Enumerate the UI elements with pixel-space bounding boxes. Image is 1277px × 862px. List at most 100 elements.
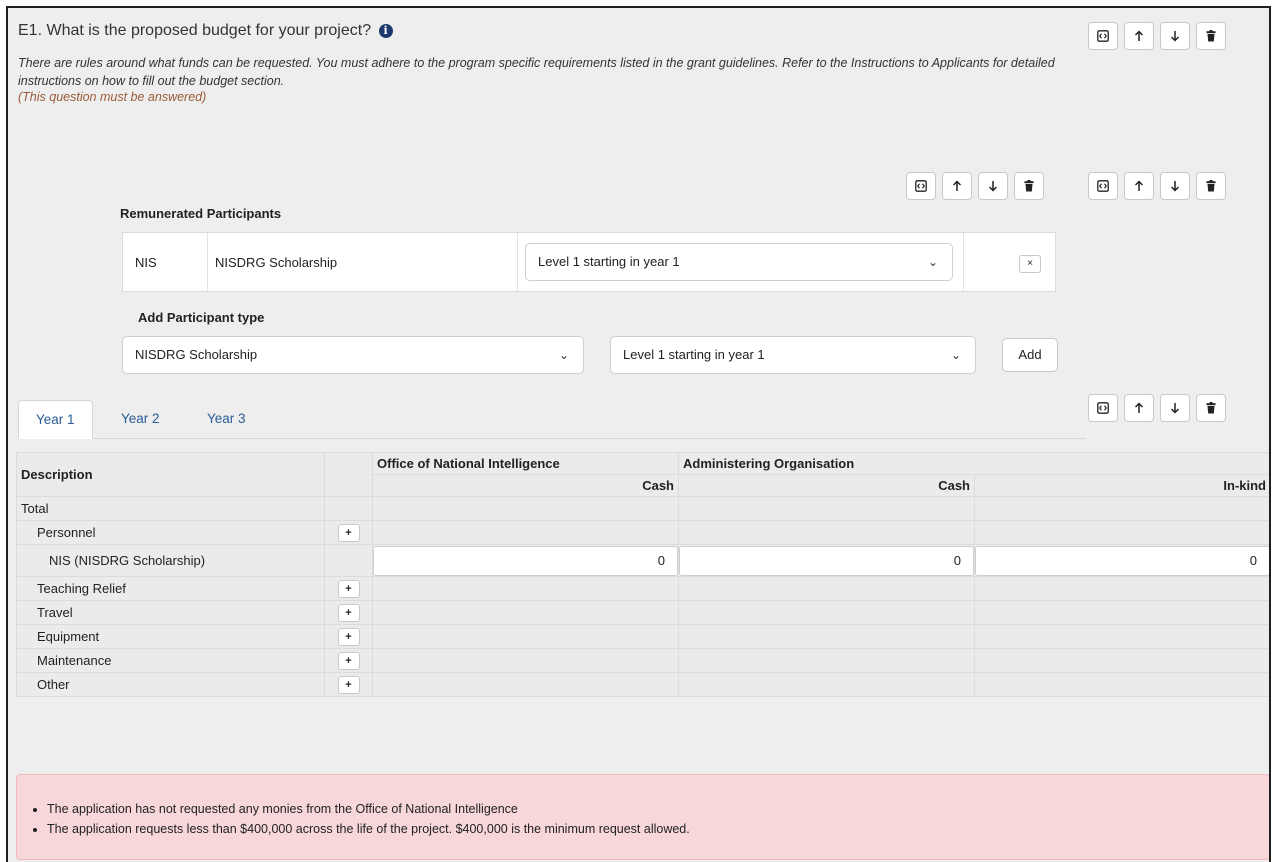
budget-table: Description Office of National Intellige… [16, 452, 1269, 697]
code-button[interactable] [906, 172, 936, 200]
table-row-nis: NIS (NISDRG Scholarship) 0 0 0 [16, 544, 1269, 577]
add-level-select[interactable]: Level 1 starting in year 1 ⌄ [610, 336, 976, 374]
column-group-admin: Administering Organisation [678, 452, 1269, 475]
move-up-button[interactable] [1124, 394, 1154, 422]
participant-level-select[interactable]: Level 1 starting in year 1 ⌄ [525, 243, 953, 281]
row-label: Travel [16, 600, 325, 625]
delete-button[interactable] [1014, 172, 1044, 200]
move-down-button[interactable] [1160, 394, 1190, 422]
add-other-button[interactable]: + [337, 675, 360, 694]
delete-button[interactable] [1196, 394, 1226, 422]
table-cell [974, 576, 1269, 601]
nis-admin-inkind-input[interactable]: 0 [975, 545, 1269, 576]
code-icon [915, 180, 927, 192]
arrow-up-icon [1134, 180, 1144, 191]
table-cell [372, 600, 679, 625]
row-label: NIS (NISDRG Scholarship) [16, 544, 325, 577]
participant-level-value: Level 1 starting in year 1 [538, 254, 680, 269]
table-cell [372, 496, 679, 521]
alert-list: The application has not requested any mo… [17, 799, 690, 839]
delete-button[interactable] [1196, 22, 1226, 50]
add-participant-button[interactable]: Add [1002, 338, 1058, 372]
move-down-button[interactable] [1160, 22, 1190, 50]
chevron-down-icon: ⌄ [558, 348, 569, 362]
code-button[interactable] [1088, 394, 1118, 422]
code-icon [1097, 180, 1109, 192]
add-personnel-button[interactable]: + [337, 523, 360, 542]
table-row-other: Other + [16, 672, 1269, 697]
code-icon [1097, 402, 1109, 414]
table-row-teaching-relief: Teaching Relief + [16, 576, 1269, 601]
info-icon[interactable]: i [378, 24, 393, 38]
nis-admin-cash-input[interactable]: 0 [679, 545, 974, 576]
code-icon [1097, 30, 1109, 42]
trash-icon [1024, 180, 1034, 192]
table-row-personnel: Personnel + [16, 520, 1269, 545]
trash-icon [1206, 30, 1216, 42]
column-group-oni: Office of National Intelligence [372, 452, 679, 475]
tab-year-3[interactable]: Year 3 [190, 400, 263, 438]
participant-row: NIS NISDRG Scholarship Level 1 starting … [122, 232, 1056, 292]
cell-divider [963, 233, 964, 291]
column-header-oni-cash: Cash [372, 474, 679, 497]
arrow-up-icon [1134, 402, 1144, 413]
remove-participant-button[interactable]: × [1019, 255, 1041, 273]
code-button[interactable] [1088, 22, 1118, 50]
move-up-button[interactable] [1124, 172, 1154, 200]
question-panel: E1. What is the proposed budget for your… [6, 6, 1271, 862]
column-header-actions [324, 452, 373, 497]
table-row-equipment: Equipment + [16, 624, 1269, 649]
table-cell [678, 496, 975, 521]
table-cell [372, 648, 679, 673]
table-cell [974, 520, 1269, 545]
alert-item: The application has not requested any mo… [47, 799, 690, 819]
budget-toolbar [1088, 394, 1226, 422]
nis-oni-cash-input[interactable]: 0 [373, 545, 678, 576]
delete-button[interactable] [1196, 172, 1226, 200]
arrow-down-icon [988, 181, 998, 192]
table-cell [678, 672, 975, 697]
table-cell [974, 648, 1269, 673]
add-equipment-button[interactable]: + [337, 627, 360, 646]
column-header-admin-cash: Cash [678, 474, 975, 497]
table-cell [324, 544, 373, 577]
table-cell [678, 600, 975, 625]
add-participant-type-label: Add Participant type [138, 310, 265, 325]
table-row-maintenance: Maintenance + [16, 648, 1269, 673]
move-down-button[interactable] [978, 172, 1008, 200]
table-header-row: Description Office of National Intellige… [16, 452, 1269, 497]
chevron-down-icon: ⌄ [927, 255, 938, 269]
add-teaching-relief-button[interactable]: + [337, 579, 360, 598]
question-title: E1. What is the proposed budget for your… [18, 22, 393, 40]
alert-item: The application requests less than $400,… [47, 819, 690, 839]
arrow-down-icon [1170, 31, 1180, 42]
cell-divider [517, 233, 518, 291]
row-label: Personnel [16, 520, 325, 545]
table-cell [372, 520, 679, 545]
year-tabs: Year 1 Year 2 Year 3 [18, 400, 1086, 439]
participant-type-select[interactable]: NISDRG Scholarship ⌄ [122, 336, 584, 374]
arrow-down-icon [1170, 403, 1180, 414]
table-cell [678, 648, 975, 673]
move-down-button[interactable] [1160, 172, 1190, 200]
arrow-down-icon [1170, 181, 1180, 192]
tab-year-1[interactable]: Year 1 [18, 400, 93, 439]
table-cell [678, 520, 975, 545]
add-level-value: Level 1 starting in year 1 [623, 347, 765, 362]
remunerated-participants-label: Remunerated Participants [120, 206, 282, 221]
table-row-travel: Travel + [16, 600, 1269, 625]
table-cell [372, 672, 679, 697]
row-label: Equipment [16, 624, 325, 649]
row-label: Total [16, 496, 325, 521]
column-header-description: Description [16, 452, 325, 497]
add-maintenance-button[interactable]: + [337, 651, 360, 670]
chevron-down-icon: ⌄ [950, 348, 961, 362]
code-button[interactable] [1088, 172, 1118, 200]
table-cell [974, 672, 1269, 697]
move-up-button[interactable] [1124, 22, 1154, 50]
tab-year-2[interactable]: Year 2 [104, 400, 177, 438]
required-note: (This question must be answered) [18, 90, 207, 104]
move-up-button[interactable] [942, 172, 972, 200]
add-travel-button[interactable]: + [337, 603, 360, 622]
participants-toolbar [906, 172, 1044, 200]
